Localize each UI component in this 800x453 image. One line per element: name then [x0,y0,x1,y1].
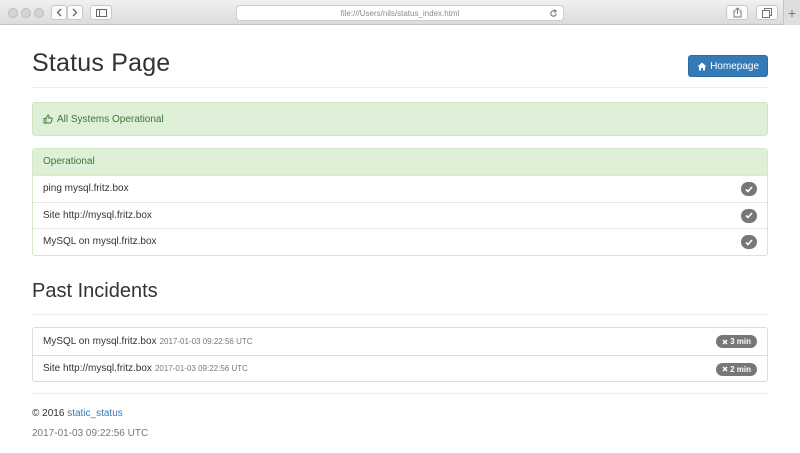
footer-divider [32,393,768,394]
duration-text: 2 min [730,364,751,374]
new-tab-button[interactable]: + [783,0,800,25]
incident-row: Site http://mysql.fritz.box 2017-01-03 0… [33,354,767,382]
homepage-button[interactable]: Homepage [688,55,768,77]
incident-time: 2017-01-03 09:22:56 UTC [154,363,248,373]
static-status-link[interactable]: static_status [67,408,123,419]
plus-icon: + [787,4,797,21]
homepage-button-label: Homepage [710,60,759,72]
operational-panel: Operational ping mysql.fritz.box Site ht… [32,148,768,256]
service-row: MySQL on mysql.fritz.box [33,228,767,255]
sidebar-icon [95,8,107,17]
service-name: MySQL on mysql.fritz.box [43,236,157,248]
page-title: Status Page [32,49,171,77]
home-icon [697,62,707,70]
service-name: ping mysql.fritz.box [43,183,129,195]
panel-heading: Operational [33,149,767,175]
x-icon [722,338,728,345]
duration-badge: 3 min [716,335,757,348]
browser-toolbar: file:///Users/nils/status_index.html + [0,0,800,25]
share-button[interactable] [726,5,748,20]
service-name: Site http://mysql.fritz.box [43,209,152,221]
incident-list: MySQL on mysql.fritz.box 2017-01-03 09:2… [32,327,768,382]
tabs-icon [762,7,772,18]
chevron-left-icon [56,8,62,17]
zoom-window-button[interactable] [34,8,44,18]
reload-icon[interactable] [549,9,558,18]
check-icon [741,182,757,196]
back-button[interactable] [51,5,67,20]
divider [32,314,768,315]
x-icon [722,366,728,372]
page-header: Status Page Homepage [32,25,768,88]
copyright-text: © 2016 [32,408,65,419]
close-window-button[interactable] [8,8,18,18]
footer-copyright: © 2016 static_status [32,408,123,419]
check-icon [741,235,757,249]
chevron-right-icon [72,8,78,17]
sidebar-toggle-button[interactable] [90,5,112,20]
status-alert-text: All Systems Operational [57,113,164,125]
forward-button[interactable] [67,5,83,20]
thumbs-up-icon [43,114,53,124]
service-row: ping mysql.fritz.box [33,175,767,202]
check-icon [741,208,757,223]
incident-time: 2017-01-03 09:22:56 UTC [159,336,253,346]
minimize-window-button[interactable] [21,8,31,18]
duration-text: 3 min [730,337,751,346]
duration-badge: 2 min [716,362,757,376]
incident-name: MySQL on mysql.fritz.box [43,335,157,347]
footer-timestamp: 2017-01-03 09:22:56 UTC [32,428,149,439]
past-incidents-title: Past Incidents [32,280,158,302]
status-alert: All Systems Operational [32,102,768,136]
tabs-overview-button[interactable] [756,5,778,20]
service-row: Site http://mysql.fritz.box [33,201,767,228]
address-bar[interactable]: file:///Users/nils/status_index.html [236,5,564,21]
url-text: file:///Users/nils/status_index.html [340,8,460,18]
incident-row: MySQL on mysql.fritz.box 2017-01-03 09:2… [33,328,767,355]
page-content: Status Page Homepage All Systems Operati… [32,25,768,439]
share-icon [733,7,741,18]
incident-name: Site http://mysql.fritz.box [43,362,152,374]
